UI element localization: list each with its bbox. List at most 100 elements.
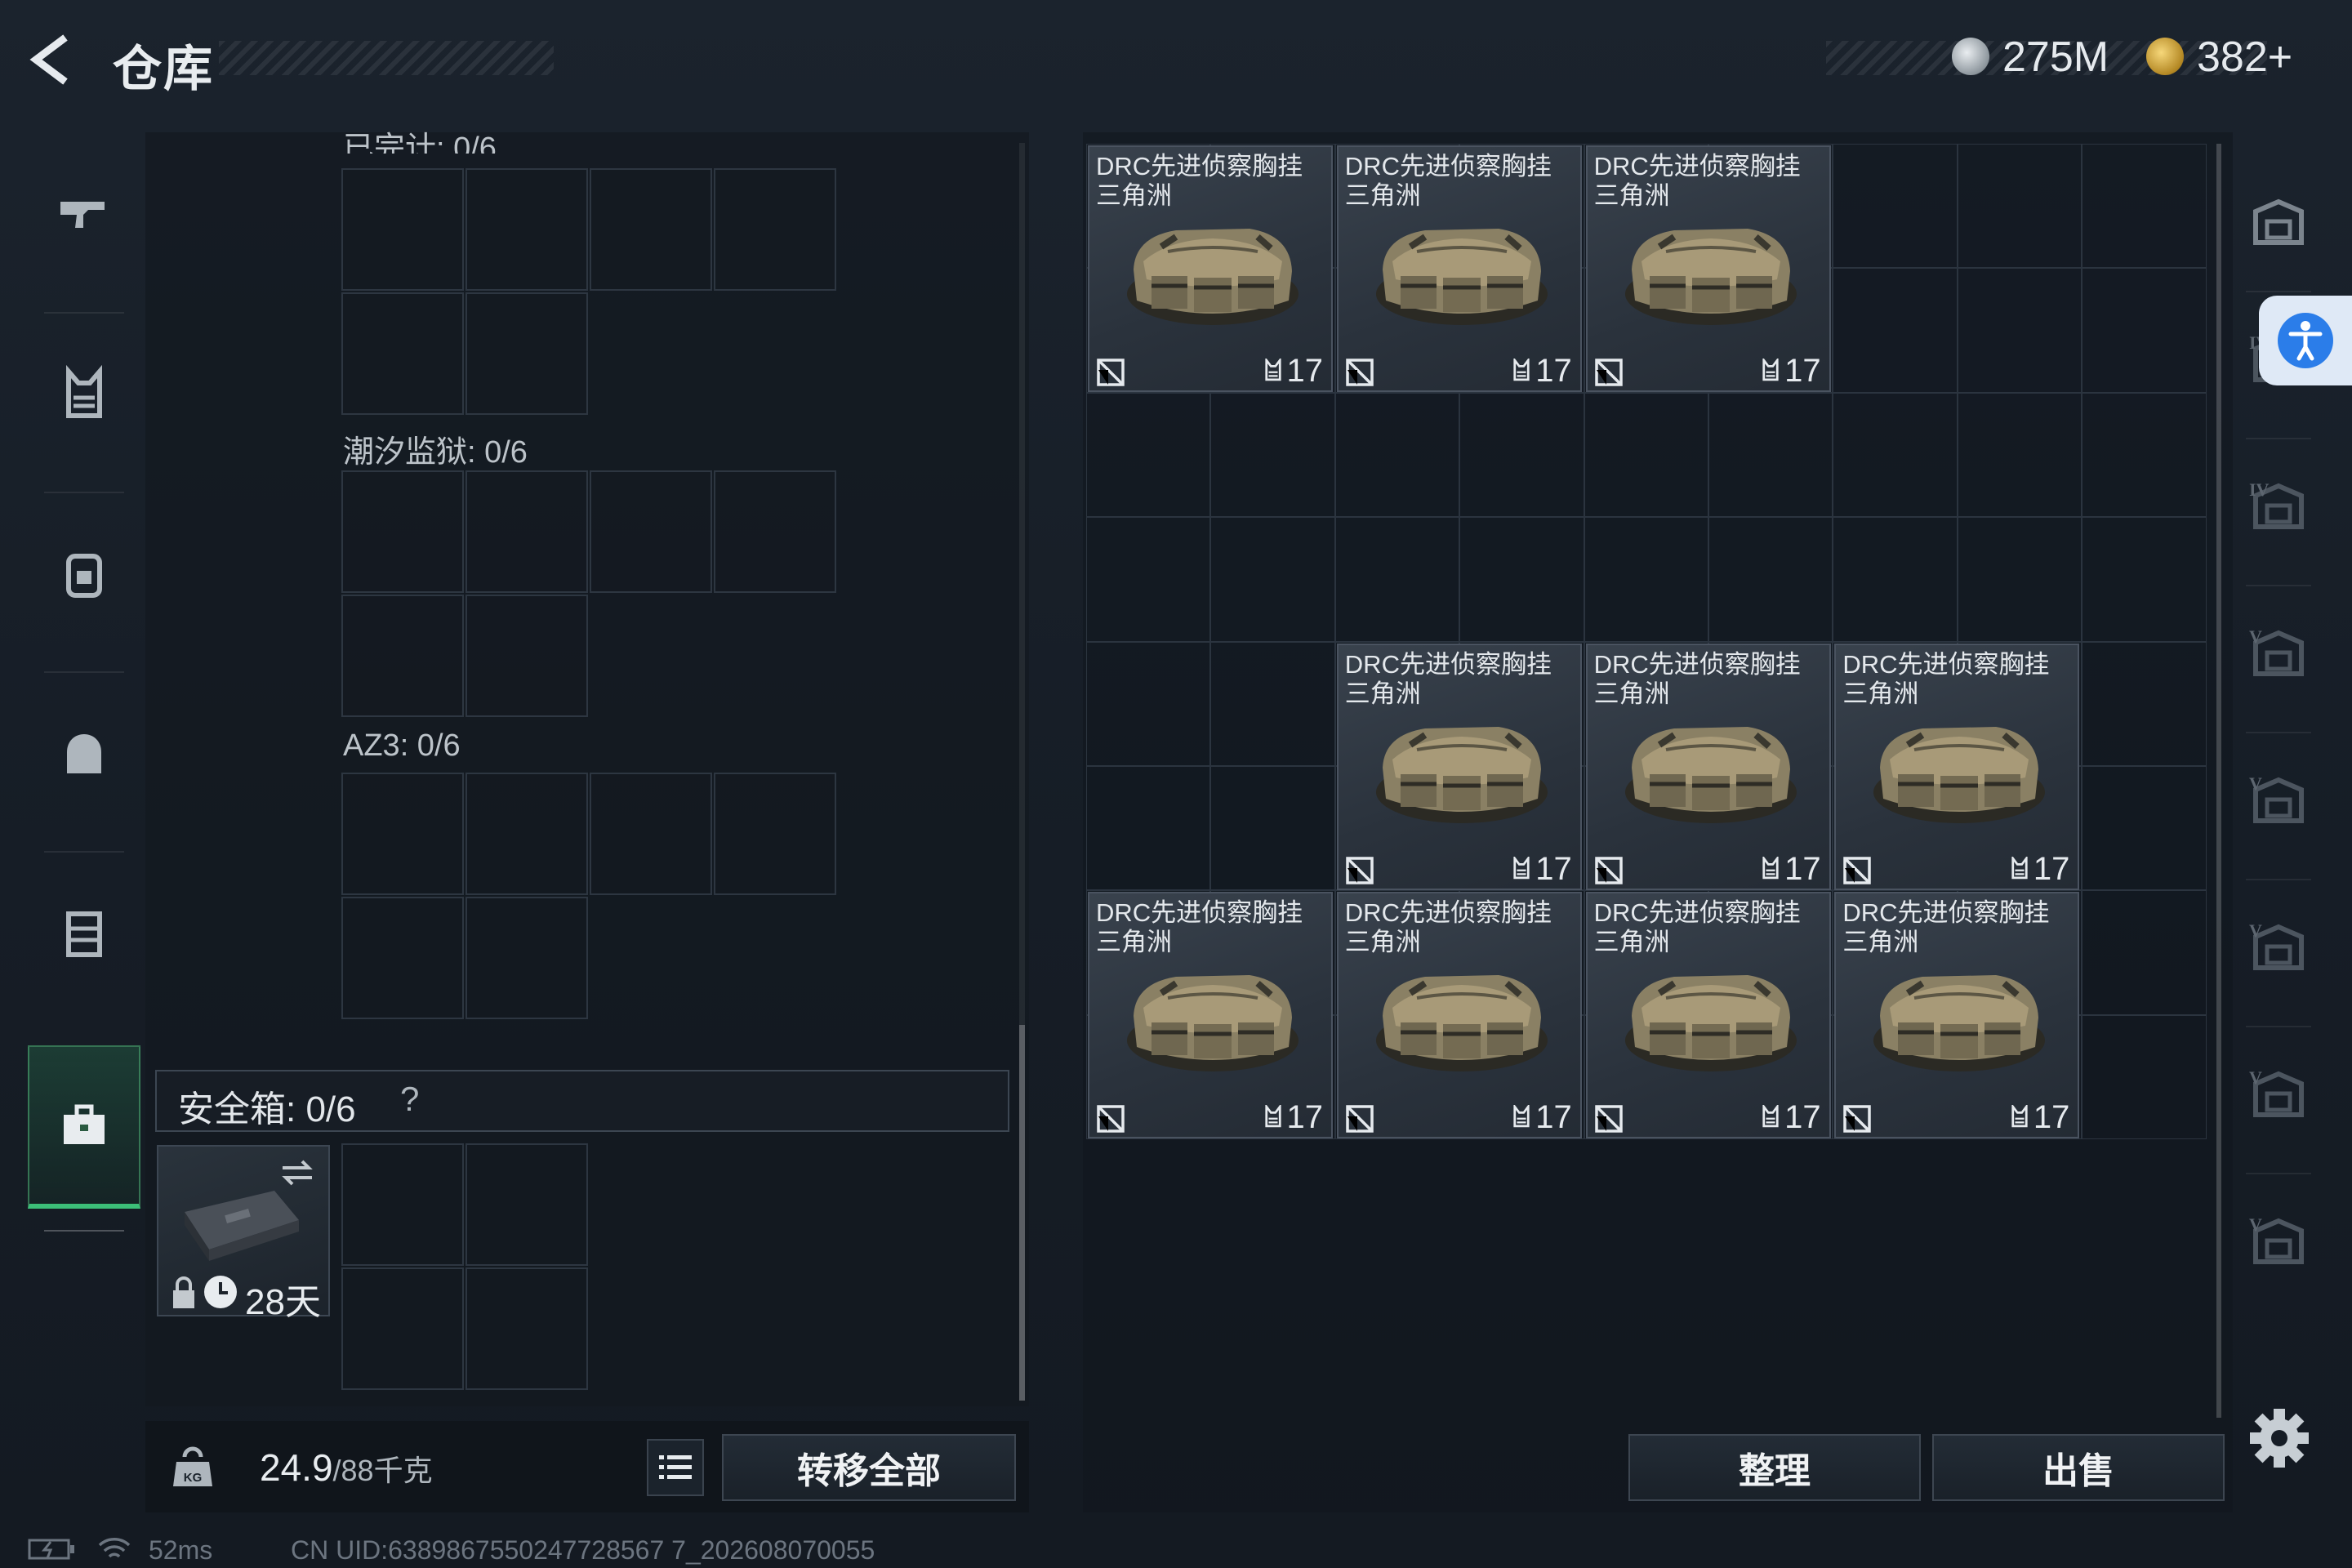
stash-slot[interactable]: [2082, 1014, 2207, 1140]
stash-item[interactable]: DRC先进侦察胸挂 三角洲 17: [1585, 643, 1831, 890]
stash-slot[interactable]: [1833, 392, 1958, 518]
gold-currency-value[interactable]: 382+: [2197, 33, 2292, 82]
stash-slot[interactable]: [2082, 766, 2207, 891]
container-slot[interactable]: [341, 897, 464, 1019]
stash-tab-8[interactable]: V: [2238, 1200, 2319, 1282]
stash-slot[interactable]: [2082, 641, 2207, 766]
nav-safe-box[interactable]: [28, 1045, 140, 1209]
container-slot[interactable]: [466, 292, 588, 415]
list-view-button[interactable]: [647, 1439, 704, 1496]
stash-slot[interactable]: [1210, 766, 1335, 891]
stash-item[interactable]: DRC先进侦察胸挂 三角洲 17: [1336, 892, 1582, 1139]
stash-slot[interactable]: [2082, 144, 2207, 269]
armor-icon: [1264, 353, 1282, 390]
stash-slot[interactable]: [1459, 392, 1584, 518]
back-arrow-icon[interactable]: [24, 31, 82, 88]
item-name: DRC先进侦察胸挂 三角洲: [1594, 898, 1829, 957]
stash-item[interactable]: DRC先进侦察胸挂 三角洲 17: [1585, 145, 1831, 392]
sort-button[interactable]: 整理: [1628, 1434, 1921, 1501]
stash-slot[interactable]: [1833, 268, 1958, 393]
container-slot[interactable]: [466, 897, 588, 1019]
stash-item[interactable]: DRC先进侦察胸挂 三角洲 17: [1336, 643, 1582, 890]
stash-tab-6[interactable]: V: [2238, 906, 2319, 988]
stash-slot[interactable]: [1957, 268, 2082, 393]
stash-item[interactable]: DRC先进侦察胸挂 三角洲 17: [1834, 643, 2080, 890]
container-slot[interactable]: [466, 168, 588, 291]
armor-icon: [1512, 851, 1530, 888]
container-slot[interactable]: [341, 595, 464, 717]
stash-slot[interactable]: [1334, 392, 1460, 518]
stash-slot[interactable]: [1086, 766, 1211, 891]
nav-container[interactable]: [28, 851, 140, 1014]
container-slot[interactable]: [466, 470, 588, 593]
stash-slot[interactable]: [2082, 890, 2207, 1015]
stash-slot[interactable]: [1086, 641, 1211, 766]
stash-slot[interactable]: [1833, 144, 1958, 269]
container-slot[interactable]: [714, 168, 836, 291]
stash-slot[interactable]: [2082, 392, 2207, 518]
stash-slot[interactable]: [2082, 268, 2207, 393]
stash-slot[interactable]: [1210, 392, 1335, 518]
stash-slot[interactable]: [2082, 517, 2207, 642]
ping-readout: 52ms: [149, 1535, 213, 1565]
container-slot[interactable]: [590, 773, 712, 895]
stash-slot[interactable]: [1459, 517, 1584, 642]
stash-slot[interactable]: [1957, 517, 2082, 642]
stash-slot[interactable]: [1957, 392, 2082, 518]
stash-tab-1[interactable]: [2238, 181, 2319, 263]
container-slot[interactable]: [466, 773, 588, 895]
container-slot[interactable]: [590, 470, 712, 593]
settings-gear-icon[interactable]: [2246, 1405, 2313, 1472]
stash-slot[interactable]: [1210, 517, 1335, 642]
swap-icon[interactable]: [279, 1158, 315, 1187]
stash-scrollbar[interactable]: [2216, 144, 2221, 1418]
safe-box-label: 安全箱: 0/6: [178, 1089, 356, 1129]
container-slot[interactable]: [341, 168, 464, 291]
help-icon[interactable]: ?: [400, 1080, 419, 1119]
container-slot[interactable]: [341, 773, 464, 895]
stash-slot[interactable]: [1086, 517, 1211, 642]
accessibility-icon: [2278, 313, 2333, 368]
stash-slot[interactable]: [1957, 144, 2082, 269]
stash-slot[interactable]: [1708, 517, 1833, 642]
stash-tab-v-icon: V: [2249, 1067, 2304, 1117]
stash-slot[interactable]: [1584, 517, 1708, 642]
stash-slot[interactable]: [1210, 641, 1335, 766]
armor-icon: [1264, 1099, 1282, 1136]
page-title: 仓库: [113, 42, 214, 96]
container-slot[interactable]: [341, 292, 464, 415]
container-slot[interactable]: [590, 168, 712, 291]
transfer-all-button[interactable]: 转移全部: [722, 1434, 1016, 1501]
nav-pouch[interactable]: [28, 671, 140, 835]
container-slot[interactable]: [714, 773, 836, 895]
stash-item[interactable]: DRC先进侦察胸挂 三角洲 17: [1088, 892, 1333, 1139]
nav-weapon[interactable]: [28, 131, 140, 294]
stash-slot[interactable]: [1584, 392, 1708, 518]
safe-box-slot[interactable]: [341, 1267, 464, 1390]
sell-button[interactable]: 出售: [1932, 1434, 2225, 1501]
stash-slot[interactable]: [1708, 392, 1833, 518]
safe-box-slot[interactable]: [466, 1143, 588, 1266]
container-slot[interactable]: [341, 470, 464, 593]
container-scrollbar-thumb[interactable]: [1019, 1025, 1025, 1401]
stash-tab-4[interactable]: V: [2238, 612, 2319, 694]
stash-item[interactable]: DRC先进侦察胸挂 三角洲 17: [1834, 892, 2080, 1139]
stash-item[interactable]: DRC先进侦察胸挂 三角洲 17: [1336, 145, 1582, 392]
stash-item[interactable]: DRC先进侦察胸挂 三角洲 17: [1585, 892, 1831, 1139]
stash-tab-7[interactable]: V: [2238, 1054, 2319, 1135]
safe-box-slot[interactable]: [466, 1267, 588, 1390]
nav-vest[interactable]: [28, 312, 140, 475]
item-name: DRC先进侦察胸挂 三角洲: [1096, 152, 1331, 211]
stash-slot[interactable]: [1833, 517, 1958, 642]
stash-slot[interactable]: [1086, 392, 1211, 518]
container-slot[interactable]: [466, 595, 588, 717]
safe-box-slot[interactable]: [341, 1143, 464, 1266]
nav-backpack[interactable]: [28, 492, 140, 655]
stash-item[interactable]: DRC先进侦察胸挂 三角洲 17: [1088, 145, 1333, 392]
stash-tab-3[interactable]: IV: [2238, 466, 2319, 547]
stash-tab-5[interactable]: V: [2238, 760, 2319, 841]
stash-tab-v-icon: V: [2249, 1214, 2304, 1264]
stash-slot[interactable]: [1334, 517, 1460, 642]
container-slot[interactable]: [714, 470, 836, 593]
accessibility-button[interactable]: [2259, 296, 2352, 385]
